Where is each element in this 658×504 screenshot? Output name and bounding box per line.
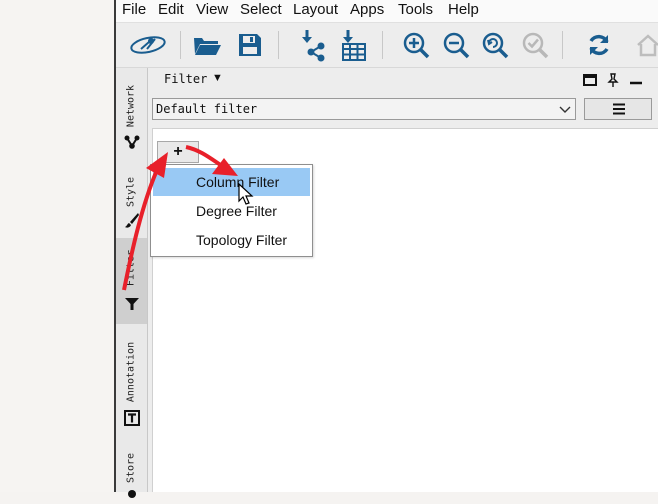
hamburger-menu-icon (613, 103, 625, 115)
background-area (0, 0, 114, 492)
filter-select[interactable]: Default filter (152, 98, 576, 120)
menu-item-degree-filter[interactable]: Degree Filter (153, 197, 310, 225)
menu-layout[interactable]: Layout (293, 0, 338, 22)
zoom-selected-icon[interactable] (518, 27, 552, 63)
menu-apps[interactable]: Apps (350, 0, 384, 22)
home-icon[interactable] (634, 27, 658, 63)
tab-store[interactable]: Store (116, 434, 147, 498)
menu-tools[interactable]: Tools (398, 0, 433, 22)
tab-filter-label: Filter (125, 249, 137, 287)
import-network-icon[interactable] (296, 27, 330, 63)
funnel-icon (125, 298, 139, 310)
tab-style-label: Style (125, 176, 137, 208)
tab-annotation-label: Annotation (125, 341, 137, 403)
menu-item-topology-filter[interactable]: Topology Filter (153, 226, 310, 254)
menu-file[interactable]: File (122, 0, 146, 22)
filter-panel: Filter ▼ Default filter + (148, 68, 658, 492)
tab-network[interactable]: Network (116, 68, 147, 158)
tab-store-label: Store (125, 452, 137, 484)
control-panel-tabs: Network Style Filter Annotation Store (116, 68, 148, 498)
open-folder-icon[interactable] (190, 27, 224, 63)
pin-icon[interactable] (605, 72, 621, 88)
menu-select[interactable]: Select (240, 0, 282, 22)
menu-bar: File Edit View Select Layout Apps Tools … (116, 0, 658, 23)
float-window-icon[interactable] (582, 72, 598, 88)
store-icon (128, 490, 136, 498)
filter-options-button[interactable] (584, 98, 652, 120)
panel-header: Filter ▼ (148, 68, 658, 92)
tab-style[interactable]: Style (116, 158, 147, 238)
network-icon (124, 135, 140, 149)
menu-edit[interactable]: Edit (158, 0, 184, 22)
panel-menu-caret[interactable]: ▼ (212, 72, 223, 84)
toolbar (116, 23, 658, 68)
zoom-fit-icon[interactable] (478, 27, 512, 63)
text-box-icon (124, 410, 140, 426)
menu-item-column-filter[interactable]: Column Filter (153, 168, 310, 196)
import-table-icon[interactable] (336, 27, 370, 63)
zoom-out-icon[interactable] (439, 27, 473, 63)
filter-select-value: Default filter (156, 102, 258, 116)
add-filter-menu: Column Filter Degree Filter Topology Fil… (150, 164, 313, 257)
new-session-icon[interactable] (128, 27, 168, 63)
tab-network-label: Network (125, 84, 137, 128)
brush-icon (125, 213, 139, 228)
minimize-icon[interactable] (628, 72, 644, 88)
chevron-down-icon (559, 106, 571, 113)
tab-annotation[interactable]: Annotation (116, 324, 147, 434)
mouse-cursor-icon (238, 183, 254, 205)
menu-view[interactable]: View (196, 0, 228, 22)
refresh-icon[interactable] (582, 27, 616, 63)
save-icon[interactable] (233, 27, 267, 63)
panel-title[interactable]: Filter (164, 72, 207, 86)
add-filter-button[interactable]: + (157, 141, 199, 163)
tab-filter[interactable]: Filter (116, 238, 147, 324)
zoom-in-icon[interactable] (399, 27, 433, 63)
menu-help[interactable]: Help (448, 0, 479, 22)
